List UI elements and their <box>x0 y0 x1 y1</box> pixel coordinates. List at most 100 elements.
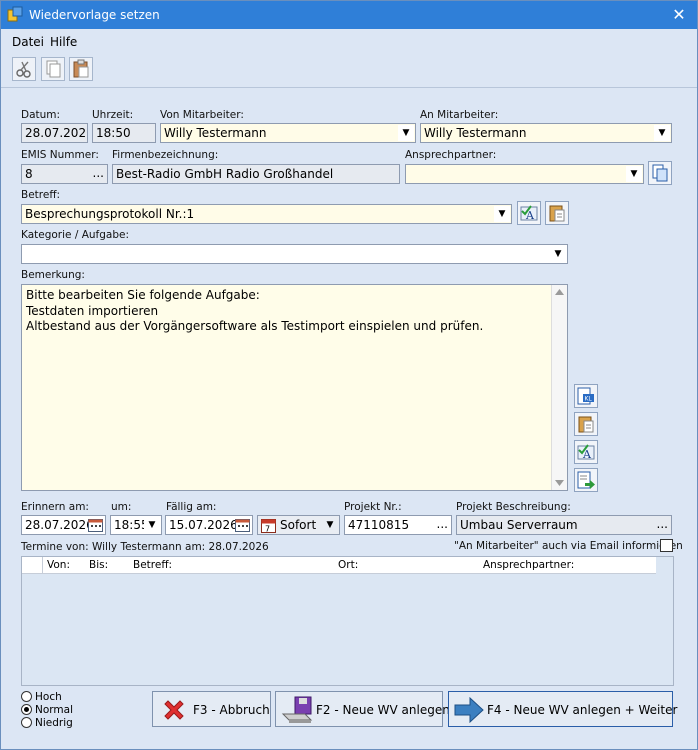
grid-column-bis[interactable]: Bis: <box>89 559 108 571</box>
um-select[interactable]: 18:55 ▼ <box>110 515 162 535</box>
text-edit-icon: A <box>520 205 538 222</box>
bemerkung-line: Testdaten importieren <box>26 303 159 318</box>
sofort-value: Sofort <box>280 518 317 532</box>
copy-icon <box>652 164 668 182</box>
grid-column-betreff[interactable]: Betreff: <box>133 559 172 571</box>
scroll-up-icon[interactable] <box>555 289 564 295</box>
betreff-select[interactable]: Besprechungsprotokoll Nr.:1 ▼ <box>21 204 512 224</box>
label-an-mitarbeiter: An Mitarbeiter: <box>420 109 499 121</box>
kategorie-select[interactable]: ▼ <box>21 244 568 264</box>
app-icon <box>7 6 23 22</box>
menu-hilfe[interactable]: Hilfe <box>50 35 77 49</box>
toolbar-separator <box>1 87 697 88</box>
bemerkung-clipboard-button[interactable] <box>574 412 598 436</box>
sofort-select[interactable]: 7 Sofort ▼ <box>257 515 340 535</box>
grid-indicator-column <box>25 557 43 573</box>
cancel-x-icon <box>164 700 184 720</box>
radio-niedrig[interactable] <box>21 717 32 728</box>
label-erinnern-am: Erinnern am: <box>21 501 89 513</box>
an-mitarbeiter-select[interactable]: Willy Testermann ▼ <box>420 123 672 143</box>
grid-column-ansprechpartner[interactable]: Ansprechpartner: <box>483 559 574 571</box>
email-inform-checkbox[interactable] <box>660 539 673 552</box>
neue-wv-label: F2 - Neue WV anlegen <box>316 703 450 717</box>
chevron-down-icon[interactable]: ▼ <box>494 206 510 222</box>
label-faellig-am: Fällig am: <box>166 501 217 513</box>
cut-button[interactable] <box>12 57 36 81</box>
emis-nummer-value: 8 <box>25 167 33 181</box>
calendar-icon[interactable] <box>235 518 250 532</box>
emis-nummer-field[interactable]: 8 ... <box>21 164 108 184</box>
neue-wv-button[interactable]: F2 - Neue WV anlegen <box>275 691 450 727</box>
copy-button[interactable] <box>41 57 65 81</box>
label-bemerkung: Bemerkung: <box>21 269 85 281</box>
label-kategorie: Kategorie / Aufgabe: <box>21 229 130 241</box>
faellig-am-value: 15.07.2026 <box>169 518 238 532</box>
projekt-beschreibung-button[interactable]: ... <box>657 517 668 531</box>
projekt-nr-field[interactable]: 47110815 ... <box>344 515 452 535</box>
scroll-down-icon[interactable] <box>555 480 564 486</box>
radio-normal[interactable] <box>21 704 32 715</box>
calendar-day-icon: 7 <box>261 519 276 534</box>
svg-text:7: 7 <box>265 525 270 534</box>
label-uhrzeit: Uhrzeit: <box>92 109 134 121</box>
menubar: Datei Hilfe <box>1 31 697 53</box>
chevron-down-icon[interactable]: ▼ <box>398 125 414 141</box>
priority-normal-label: Normal <box>35 704 73 716</box>
datum-field[interactable]: 28.07.2026 <box>21 123 88 143</box>
email-inform-label: "An Mitarbeiter" auch via Email informie… <box>454 540 683 552</box>
save-disk-icon <box>281 696 313 723</box>
neue-wv-weiter-button[interactable]: F4 - Neue WV anlegen + Weiter <box>448 691 677 727</box>
an-mitarbeiter-value: Willy Testermann <box>424 126 527 140</box>
bemerkung-spellcheck-button[interactable]: A <box>574 440 598 464</box>
betreff-edit-button[interactable]: A <box>517 201 541 225</box>
chevron-down-icon[interactable]: ▼ <box>654 125 670 141</box>
abbruch-button[interactable]: F3 - Abbruch <box>152 691 271 727</box>
bemerkung-export-button[interactable] <box>574 468 598 492</box>
bemerkung-textarea[interactable]: Bitte bearbeiten Sie folgende Aufgabe: T… <box>21 284 568 491</box>
firmenbezeichnung-field[interactable]: Best-Radio GmbH Radio Großhandel <box>112 164 400 184</box>
abbruch-label: F3 - Abbruch <box>193 703 270 717</box>
erinnern-am-value: 28.07.2026 <box>25 518 94 532</box>
chevron-down-icon[interactable]: ▼ <box>550 246 566 262</box>
projekt-beschreibung-field[interactable]: Umbau Serverraum ... <box>456 515 672 535</box>
calendar-icon[interactable] <box>88 518 103 532</box>
bemerkung-line: Bitte bearbeiten Sie folgende Aufgabe: <box>26 288 260 302</box>
radio-hoch[interactable] <box>21 691 32 702</box>
label-von-mitarbeiter: Von Mitarbeiter: <box>160 109 244 121</box>
svg-text:KL: KL <box>585 396 593 403</box>
bemerkung-line: Altbestand aus der Vorgängersoftware als… <box>26 319 484 333</box>
priority-hoch-label: Hoch <box>35 691 62 703</box>
arrow-right-icon <box>454 697 484 723</box>
grid-column-ort[interactable]: Ort: <box>338 559 358 571</box>
grid-column-von[interactable]: Von: <box>47 559 70 571</box>
betreff-clipboard-button[interactable] <box>545 201 569 225</box>
chevron-down-icon[interactable]: ▼ <box>144 517 160 533</box>
betreff-value: Besprechungsprotokoll Nr.:1 <box>25 207 195 221</box>
close-icon[interactable]: ✕ <box>669 5 689 24</box>
bemerkung-scrollbar[interactable] <box>551 285 567 490</box>
menu-datei[interactable]: Datei <box>12 35 44 49</box>
ansprechpartner-select[interactable]: ▼ <box>405 164 644 184</box>
projekt-lookup-button[interactable]: ... <box>437 517 448 531</box>
faellig-am-field[interactable]: 15.07.2026 <box>165 515 253 535</box>
termine-grid[interactable]: Von: Bis: Betreff: Ort: Ansprechpartner: <box>21 556 674 686</box>
chevron-down-icon[interactable]: ▼ <box>322 517 338 533</box>
label-firmenbezeichnung: Firmenbezeichnung: <box>112 149 219 161</box>
clipboard-icon <box>578 416 594 433</box>
emis-lookup-button[interactable]: ... <box>93 166 104 180</box>
paste-button[interactable] <box>69 57 93 81</box>
label-datum: Datum: <box>21 109 61 121</box>
erinnern-am-field[interactable]: 28.07.2026 <box>21 515 106 535</box>
document-template-icon: KL <box>577 387 594 405</box>
priority-niedrig[interactable]: Niedrig <box>21 717 73 729</box>
chevron-down-icon[interactable]: ▼ <box>626 166 642 182</box>
ansprechpartner-copy-button[interactable] <box>648 161 672 185</box>
projekt-beschreibung-value: Umbau Serverraum <box>460 518 578 532</box>
priority-hoch[interactable]: Hoch <box>21 691 62 703</box>
termine-label: Termine von: Willy Testermann am: 28.07.… <box>21 541 269 553</box>
priority-normal[interactable]: Normal <box>21 704 73 716</box>
von-mitarbeiter-select[interactable]: Willy Testermann ▼ <box>160 123 416 143</box>
bemerkung-template-button[interactable]: KL <box>574 384 598 408</box>
uhrzeit-field[interactable]: 18:50 <box>92 123 156 143</box>
neue-wv-weiter-label: F4 - Neue WV anlegen + Weiter <box>487 703 678 717</box>
